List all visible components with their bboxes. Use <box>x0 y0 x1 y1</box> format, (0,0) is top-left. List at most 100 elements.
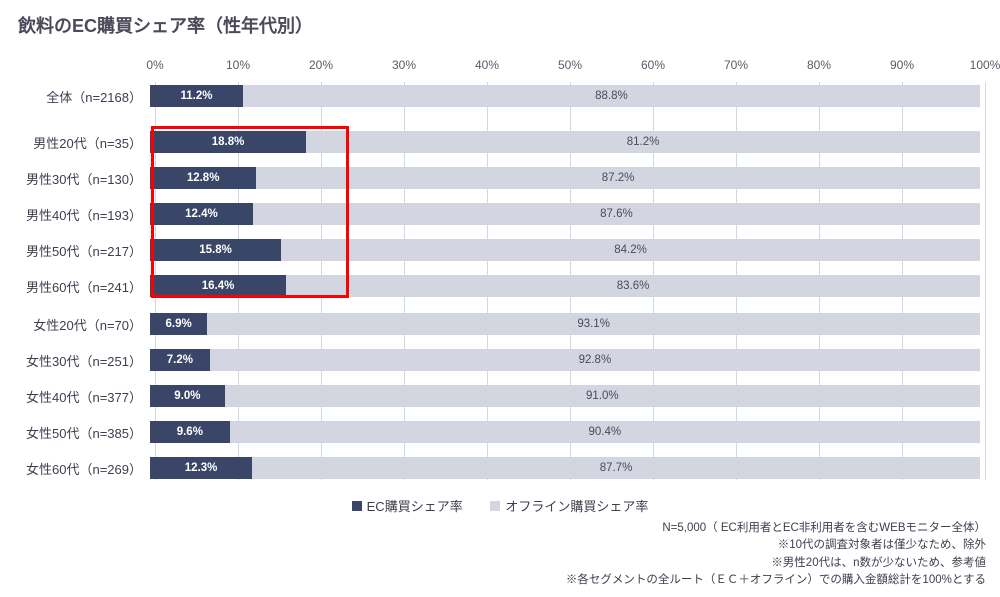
bar-ec: 15.8% <box>150 239 281 261</box>
legend-item-ec: EC購買シェア率 <box>352 496 463 515</box>
table-row: 男性60代（n=241） 16.4% 83.6% <box>0 272 985 300</box>
bar-ec: 7.2% <box>150 349 210 371</box>
table-row: 男性30代（n=130） 12.8% 87.2% <box>0 164 985 192</box>
table-row: 男性40代（n=193） 12.4% 87.6% <box>0 200 985 228</box>
axis-tick-label: 100% <box>970 58 1000 72</box>
bar-track: 12.3% 87.7% <box>150 457 980 479</box>
bar-track: 18.8% 81.2% <box>150 131 980 153</box>
row-label: 女性20代（n=70） <box>0 315 150 334</box>
bar-ec: 6.9% <box>150 313 207 335</box>
legend-label-ec: EC購買シェア率 <box>367 496 463 515</box>
footnote-line: ※10代の調査対象者は僅少なため、除外 <box>566 537 986 554</box>
bar-track: 12.8% 87.2% <box>150 167 980 189</box>
table-row: 男性20代（n=35） 18.8% 81.2% <box>0 128 985 156</box>
row-label: 女性60代（n=269） <box>0 459 150 478</box>
bar-offline: 87.2% <box>256 167 980 189</box>
table-row: 女性40代（n=377） 9.0% 91.0% <box>0 382 985 410</box>
bar-ec: 9.6% <box>150 421 230 443</box>
row-label: 全体（n=2168） <box>0 87 150 106</box>
bar-track: 6.9% 93.1% <box>150 313 980 335</box>
bar-offline: 84.2% <box>281 239 980 261</box>
bar-ec: 11.2% <box>150 85 243 107</box>
bar-ec: 18.8% <box>150 131 306 153</box>
bar-rows: 全体（n=2168） 11.2% 88.8% 男性20代（n=35） 18.8% 81.2… <box>0 82 985 490</box>
bar-offline: 92.8% <box>210 349 980 371</box>
axis-tick-label: 60% <box>641 58 665 72</box>
bar-track: 9.6% 90.4% <box>150 421 980 443</box>
axis-tick-label: 50% <box>558 58 582 72</box>
table-row: 女性20代（n=70） 6.9% 93.1% <box>0 310 985 338</box>
bar-offline-value: 92.8% <box>579 354 612 366</box>
bar-track: 12.4% 87.6% <box>150 203 980 225</box>
row-label: 女性40代（n=377） <box>0 387 150 406</box>
bar-ec-value: 9.0% <box>174 390 200 402</box>
bar-track: 11.2% 88.8% <box>150 85 980 107</box>
axis-tick-label: 0% <box>146 58 163 72</box>
bar-ec: 9.0% <box>150 385 225 407</box>
bar-ec-value: 12.3% <box>185 462 218 474</box>
axis-tick-label: 80% <box>807 58 831 72</box>
axis-tick-label: 30% <box>392 58 416 72</box>
bar-offline-value: 91.0% <box>586 390 619 402</box>
swatch-offline <box>490 501 500 511</box>
bar-offline-value: 84.2% <box>614 244 647 256</box>
row-label: 女性30代（n=251） <box>0 351 150 370</box>
table-row: 全体（n=2168） 11.2% 88.8% <box>0 82 985 110</box>
bar-ec: 12.3% <box>150 457 252 479</box>
axis-tick-label: 10% <box>226 58 250 72</box>
bar-ec-value: 12.4% <box>185 208 218 220</box>
row-label: 男性40代（n=193） <box>0 205 150 224</box>
row-label: 男性50代（n=217） <box>0 241 150 260</box>
table-row: 女性60代（n=269） 12.3% 87.7% <box>0 454 985 482</box>
bar-offline: 81.2% <box>306 131 980 153</box>
chart-title: 飲料のEC購買シェア率（性年代別） <box>0 0 1000 38</box>
row-label: 男性20代（n=35） <box>0 133 150 152</box>
axis-tick-label: 70% <box>724 58 748 72</box>
bar-ec: 16.4% <box>150 275 286 297</box>
footnote-line: ※各セグメントの全ルート（ＥＣ＋オフライン）での購入金額総計を100%とする <box>566 572 986 589</box>
bar-offline: 91.0% <box>225 385 980 407</box>
bar-offline: 87.7% <box>252 457 980 479</box>
bar-offline: 93.1% <box>207 313 980 335</box>
footnotes: N=5,000（ EC利用者とEC非利用者を含むWEBモニター全体）※10代の調… <box>566 520 986 589</box>
axis-tick-label: 90% <box>890 58 914 72</box>
bar-offline: 87.6% <box>253 203 980 225</box>
bar-offline-value: 93.1% <box>577 318 610 330</box>
bar-ec-value: 16.4% <box>202 280 235 292</box>
bar-track: 15.8% 84.2% <box>150 239 980 261</box>
bar-offline-value: 90.4% <box>589 426 622 438</box>
bar-ec-value: 12.8% <box>187 172 220 184</box>
row-label: 男性60代（n=241） <box>0 277 150 296</box>
bar-ec: 12.8% <box>150 167 256 189</box>
footnote-line: N=5,000（ EC利用者とEC非利用者を含むWEBモニター全体） <box>566 520 986 537</box>
bar-track: 16.4% 83.6% <box>150 275 980 297</box>
bar-ec-value: 18.8% <box>212 136 245 148</box>
bar-offline-value: 87.7% <box>600 462 633 474</box>
row-label: 男性30代（n=130） <box>0 169 150 188</box>
axis-tick-label: 20% <box>309 58 333 72</box>
table-row: 男性50代（n=217）15.8% 84.2% <box>0 236 985 264</box>
bar-offline: 83.6% <box>286 275 980 297</box>
bar-ec: 12.4% <box>150 203 253 225</box>
bar-track: 7.2% 92.8% <box>150 349 980 371</box>
bar-offline-value: 83.6% <box>617 280 650 292</box>
bar-offline-value: 87.2% <box>602 172 635 184</box>
footnote-line: ※男性20代は、n数が少ないため、参考値 <box>566 555 986 572</box>
bar-ec-value: 6.9% <box>166 318 192 330</box>
row-label: 女性50代（n=385） <box>0 423 150 442</box>
bar-offline: 88.8% <box>243 85 980 107</box>
legend: EC購買シェア率 オフライン購買シェア率 <box>0 496 1000 515</box>
bar-ec-value: 11.2% <box>180 90 212 102</box>
bar-ec-value: 9.6% <box>177 426 203 438</box>
gridline <box>985 82 986 480</box>
bar-offline-value: 81.2% <box>627 136 660 148</box>
swatch-ec <box>352 501 362 511</box>
legend-item-offline: オフライン購買シェア率 <box>490 496 648 515</box>
axis-tick-label: 40% <box>475 58 499 72</box>
table-row: 女性30代（n=251） 7.2% 92.8% <box>0 346 985 374</box>
legend-label-offline: オフライン購買シェア率 <box>505 496 648 515</box>
table-row: 女性50代（n=385） 9.6% 90.4% <box>0 418 985 446</box>
bar-track: 9.0% 91.0% <box>150 385 980 407</box>
bar-offline: 90.4% <box>230 421 980 443</box>
bar-ec-value: 7.2% <box>167 354 193 366</box>
